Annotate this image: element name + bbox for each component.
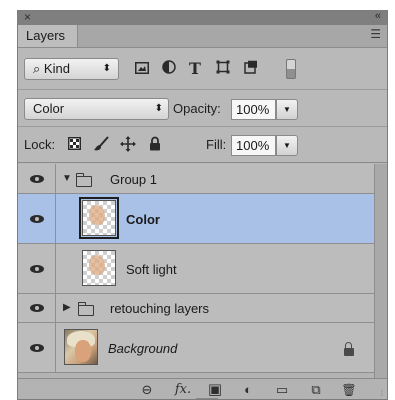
layers-scrollbar[interactable] (374, 164, 387, 378)
panel-tab-row: Layers ☰ (18, 25, 387, 48)
blend-mode-value: Color (33, 101, 65, 116)
tab-layers[interactable]: Layers (18, 25, 78, 47)
link-layers-icon[interactable]: ⊖ (138, 381, 156, 399)
layer-name: retouching layers (110, 301, 209, 316)
shape-filter-icon[interactable] (214, 60, 232, 78)
fill-dropdown-button[interactable]: ▼ (276, 135, 298, 156)
layer-name: Group 1 (110, 172, 157, 187)
eye-icon (30, 215, 44, 223)
fill-label: Fill: (206, 137, 227, 152)
layer-thumbnail[interactable] (79, 197, 119, 239)
collapse-panel-icon[interactable]: « (375, 11, 381, 22)
lock-row: Lock: Fill: 100% ▼ (18, 127, 387, 163)
panel-menu-icon[interactable]: ☰ (370, 27, 381, 41)
opacity-dropdown-button[interactable]: ▼ (276, 99, 298, 120)
lock-image-pixels-icon[interactable] (92, 136, 110, 154)
filter-row: ⌕ Kind ⬍ T (18, 48, 387, 90)
visibility-toggle[interactable] (18, 194, 56, 243)
select-arrows-icon: ⬍ (102, 63, 111, 74)
filter-toggle-switch[interactable] (286, 59, 296, 79)
layer-row-soft-light[interactable]: Soft light (18, 244, 374, 294)
layers-list: ▼ Group 1 Color Soft light ▶ retouching (18, 164, 374, 378)
add-mask-icon[interactable]: ▣ (206, 381, 224, 399)
new-group-folder-icon[interactable]: ▭ (273, 381, 291, 399)
layer-row-retouching-layers[interactable]: ▶ retouching layers (18, 294, 374, 323)
folder-icon (75, 173, 92, 187)
lock-label: Lock: (24, 137, 56, 152)
visibility-toggle[interactable] (18, 164, 56, 193)
layer-name: Color (126, 212, 160, 227)
adjustment-filter-icon[interactable] (160, 60, 178, 78)
new-layer-icon[interactable]: ⧉ (307, 381, 325, 399)
trash-icon[interactable]: 🗑 (340, 381, 358, 399)
blend-row: Color ⬍ Opacity: 100% ▼ (18, 90, 387, 127)
adjustment-layer-icon[interactable]: ◐ (239, 381, 257, 399)
folder-icon (77, 302, 94, 316)
layer-row-color[interactable]: Color (18, 194, 374, 244)
eye-icon (30, 344, 44, 352)
kind-filter-select[interactable]: ⌕ Kind ⬍ (24, 58, 119, 80)
layer-name: Background (108, 341, 178, 356)
layer-row-group-1[interactable]: ▼ Group 1 (18, 164, 374, 194)
layers-panel: × « Layers ☰ ⌕ Kind ⬍ T Color ⬍ Opacity:… (17, 10, 388, 400)
fill-input[interactable]: 100% (231, 135, 276, 156)
kind-filter-label: Kind (43, 61, 70, 76)
background-thumbnail[interactable] (64, 329, 98, 365)
eye-icon (30, 304, 44, 312)
lock-position-icon[interactable] (119, 136, 137, 154)
lock-icon (344, 342, 354, 356)
visibility-toggle[interactable] (18, 323, 56, 372)
panel-title-bar: × « (18, 11, 387, 26)
resize-grip-icon[interactable]: ⁞ (381, 389, 383, 398)
lock-transparent-pixels-icon[interactable] (65, 136, 83, 154)
expand-triangle-icon[interactable]: ▼ (62, 173, 72, 184)
layer-name: Soft light (126, 262, 177, 277)
visibility-toggle[interactable] (18, 294, 56, 322)
layer-thumbnail[interactable] (82, 250, 116, 286)
type-filter-icon[interactable]: T (186, 60, 204, 78)
blend-mode-select[interactable]: Color ⬍ (24, 98, 169, 120)
layer-row-background[interactable]: Background (18, 323, 374, 373)
layer-style-fx-button[interactable]: fx. (174, 381, 192, 399)
smart-object-filter-icon[interactable] (242, 60, 260, 78)
visibility-toggle[interactable] (18, 244, 56, 293)
select-arrows-icon: ⬍ (154, 103, 163, 114)
lock-all-icon[interactable] (146, 136, 164, 154)
layers-bottom-toolbar: ⊖ fx. ▣ ◐ ▭ ⧉ 🗑 ⁞ (18, 378, 387, 399)
opacity-label: Opacity: (173, 101, 221, 116)
pixel-filter-icon[interactable] (133, 60, 151, 78)
close-panel-icon[interactable]: × (24, 11, 31, 24)
opacity-input[interactable]: 100% (231, 99, 276, 120)
collapse-triangle-icon[interactable]: ▶ (63, 302, 71, 313)
eye-icon (30, 265, 44, 273)
search-icon: ⌕ (33, 61, 41, 76)
eye-icon (30, 175, 44, 183)
